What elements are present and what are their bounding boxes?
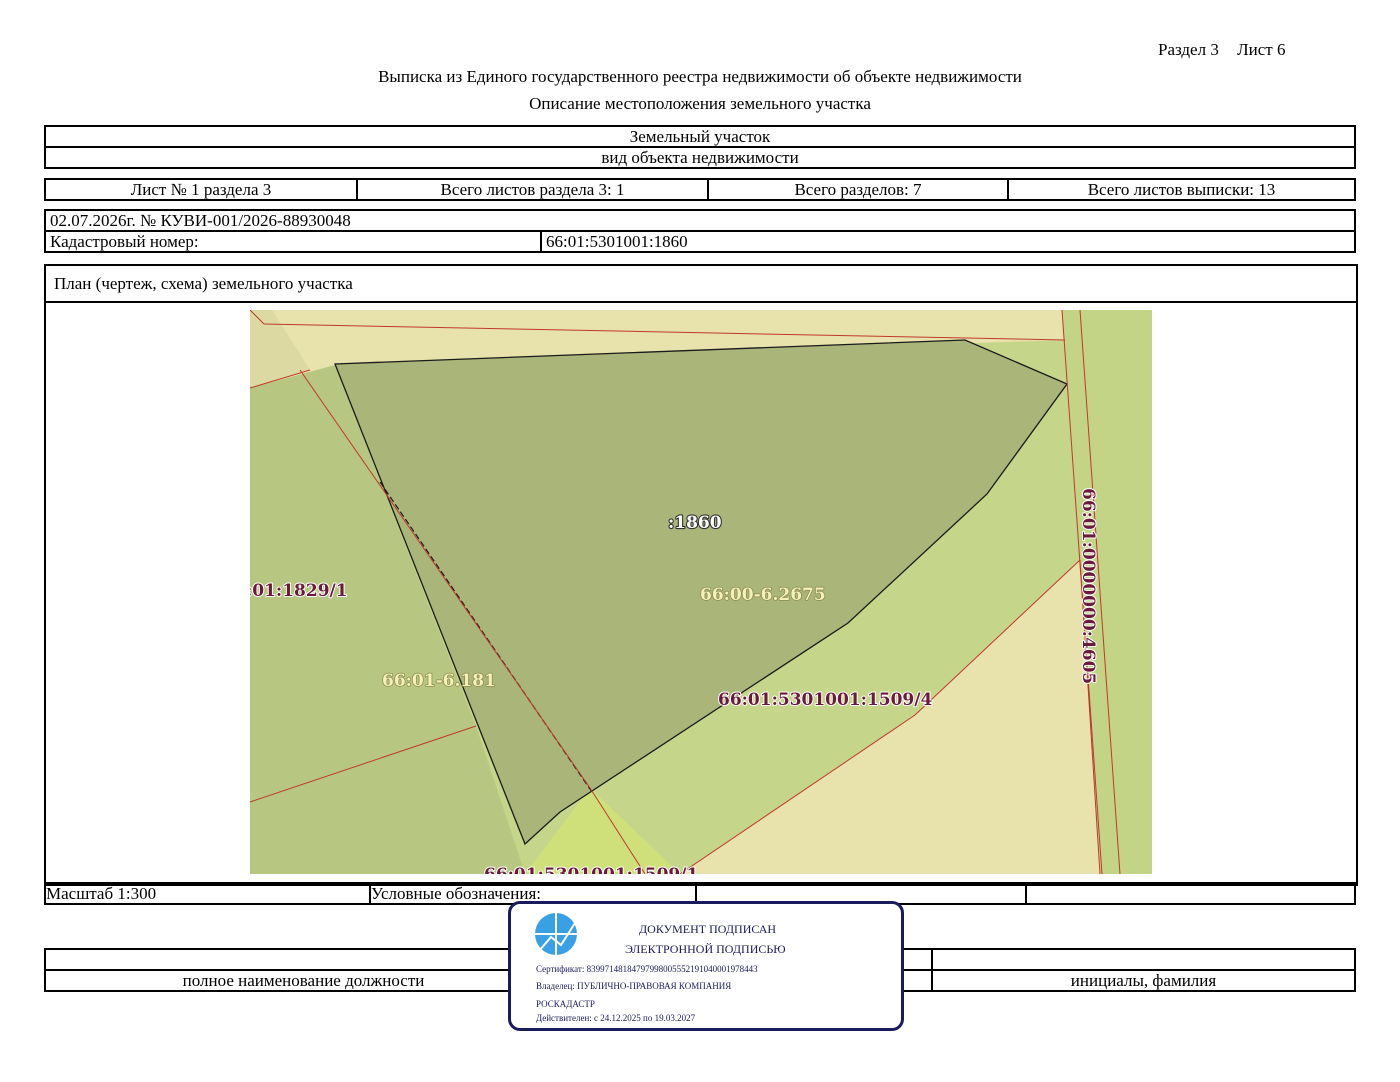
cadastral-map: :1860 66:00-6.2675 66:01-6.181 :01:1829/… [250,310,1152,874]
name-cell [931,948,1356,971]
plan-heading: План (чертеж, схема) земельного участка [54,274,353,293]
label-parcel: :1860 [668,513,722,533]
position-caption: полное наименование должности [44,969,563,992]
label-road: 66:01:0000000:4605 [1078,488,1098,684]
sheet-number: Лист 6 [1237,40,1286,59]
object-type-table: Земельный участок вид объекта недвижимос… [44,125,1356,169]
record-table: 02.07.2026г. № КУВИ-001/2026-88930048 Ка… [44,209,1356,253]
scale: Масштаб 1:300 [44,882,371,905]
sheets-info-table: Лист № 1 раздела 3 Всего листов раздела … [44,178,1356,201]
stamp-valid: Действителен: с 24.12.2025 по 19.03.2027 [536,1013,696,1023]
stamp-owner2: РОСКАДАСТР [536,999,595,1009]
roskadastr-logo-icon [535,913,577,955]
e-signature-stamp: ДОКУМЕНТ ПОДПИСАН ЭЛЕКТРОННОЙ ПОДПИСЬЮ С… [508,901,904,1031]
stamp-owner: Владелец: ПУБЛИЧНО-ПРАВОВАЯ КОМПАНИЯ [536,981,732,991]
label-neighbor-bottom: 66:01:5301001:1509/1 [484,865,698,874]
document-subtitle: Описание местоположения земельного участ… [529,94,871,113]
cadastral-label: Кадастровый номер: [44,230,542,253]
label-neighbor-left: :01:1829/1 [250,581,348,601]
cadastral-value: 66:01:5301001:1860 [540,230,1356,253]
label-neighbor-right: 66:01:5301001:1509/4 [718,690,932,710]
object-type: Земельный участок [44,125,1356,148]
label-zone-left: 66:01-6.181 [382,671,496,691]
name-caption: инициалы, фамилия [931,969,1356,992]
total-sheets-extract: Всего листов выписки: 13 [1007,178,1356,201]
date-number: 02.07.2026г. № КУВИ-001/2026-88930048 [44,209,1356,232]
total-sections: Всего разделов: 7 [707,178,1009,201]
legend-cell-2 [1025,882,1356,905]
object-type-caption: вид объекта недвижимости [44,146,1356,169]
stamp-line2: ЭЛЕКТРОННОЙ ПОДПИСЬЮ [625,942,786,956]
position-cell [44,948,563,971]
section-sheet-indicator: Раздел 3 Лист 6 [1158,40,1285,60]
total-sheets-section: Всего листов раздела 3: 1 [356,178,709,201]
sheet-of-section: Лист № 1 раздела 3 [44,178,358,201]
stamp-line1: ДОКУМЕНТ ПОДПИСАН [639,922,777,936]
map-canvas: :1860 66:00-6.2675 66:01-6.181 :01:1829/… [250,310,1152,874]
section-number: Раздел 3 [1158,40,1219,59]
document-title: Выписка из Единого государственного реес… [378,67,1022,86]
label-zone-main: 66:00-6.2675 [700,585,826,605]
plan-heading-row: План (чертеж, схема) земельного участка [46,266,1356,303]
stamp-certificate: Сертификат: 8399714818479799800555219104… [536,964,758,974]
